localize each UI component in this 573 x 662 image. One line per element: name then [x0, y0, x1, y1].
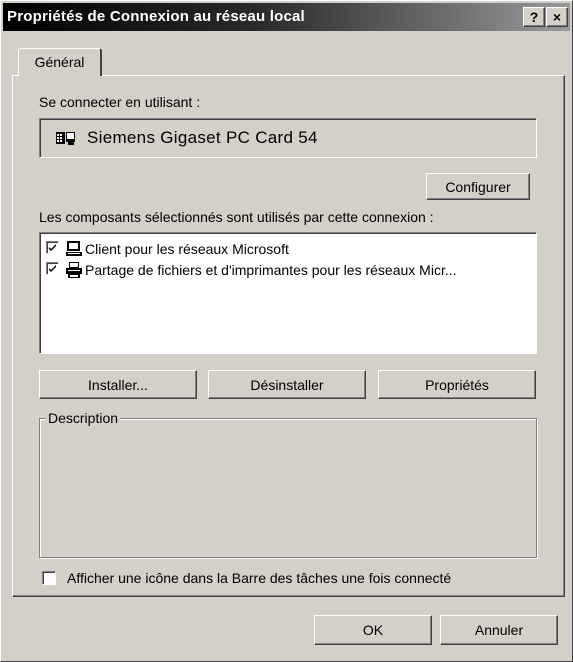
file-printer-sharing-icon: [66, 262, 82, 278]
adapter-field: Siemens Gigaset PC Card 54: [39, 118, 537, 158]
component-label: Client pour les réseaux Microsoft: [85, 241, 289, 257]
taskbar-icon-label: Afficher une icône dans la Barre des tâc…: [67, 570, 452, 586]
cancel-button[interactable]: Annuler: [440, 615, 558, 645]
description-legend: Description: [46, 410, 121, 426]
network-client-icon: [66, 241, 82, 256]
close-button[interactable]: ×: [546, 7, 568, 27]
properties-button[interactable]: Propriétés: [378, 370, 536, 399]
components-label: Les composants sélectionnés sont utilisé…: [39, 209, 434, 225]
component-checkbox[interactable]: [46, 241, 59, 254]
adapter-name: Siemens Gigaset PC Card 54: [87, 128, 318, 147]
list-item[interactable]: Client pour les réseaux Microsoft: [46, 241, 526, 261]
tab-general[interactable]: Général: [18, 48, 102, 76]
help-button[interactable]: ?: [523, 7, 545, 27]
install-button[interactable]: Installer...: [39, 370, 197, 399]
title-bar[interactable]: Propriétés de Connexion au réseau local …: [3, 3, 570, 31]
component-label: Partage de fichiers et d'imprimantes pou…: [85, 262, 457, 278]
checkmark-icon: [49, 244, 56, 251]
checkmark-icon: [49, 265, 56, 272]
properties-dialog: Propriétés de Connexion au réseau local …: [0, 0, 573, 662]
window-title: Propriétés de Connexion au réseau local: [7, 8, 305, 25]
taskbar-icon-checkbox[interactable]: [42, 571, 56, 585]
connect-using-label: Se connecter en utilisant :: [39, 94, 201, 110]
uninstall-button[interactable]: Désinstaller: [208, 370, 366, 399]
configure-button[interactable]: Configurer: [426, 173, 530, 200]
ok-button[interactable]: OK: [314, 615, 432, 645]
description-group: Description: [39, 410, 537, 558]
components-list[interactable]: Client pour les réseaux Microsoft Partag…: [39, 232, 537, 354]
network-card-icon: [56, 132, 75, 145]
component-checkbox[interactable]: [46, 262, 59, 275]
list-item[interactable]: Partage de fichiers et d'imprimantes pou…: [46, 262, 526, 282]
